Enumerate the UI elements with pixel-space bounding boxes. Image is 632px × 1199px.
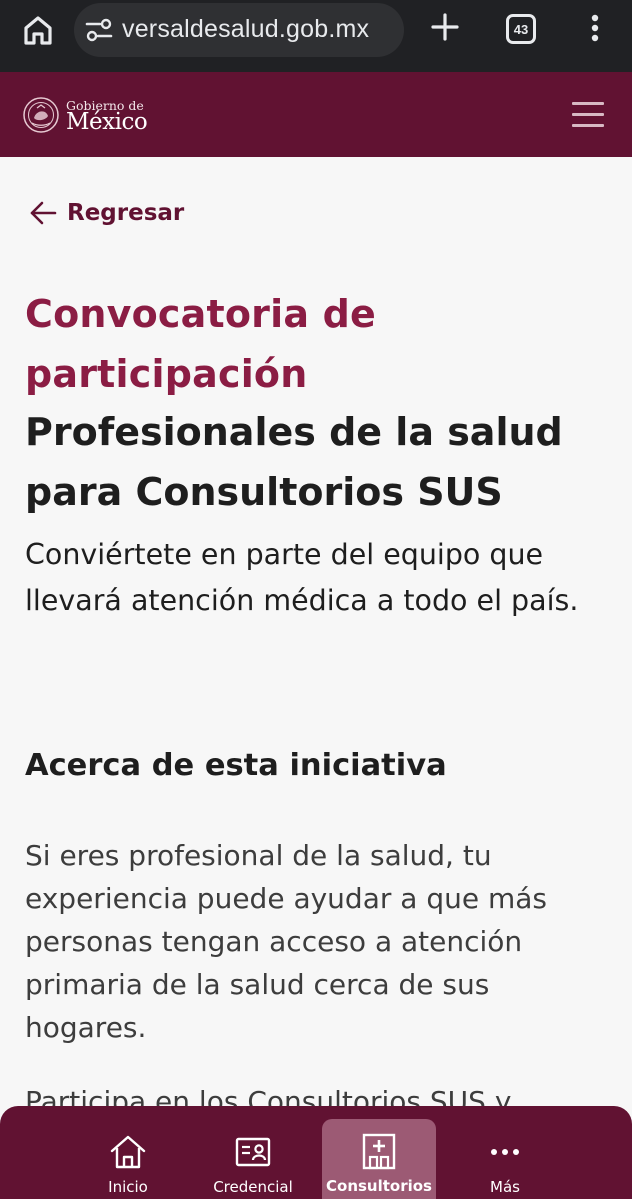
tab-count-label: 43	[513, 21, 529, 37]
browser-toolbar: versaldesalud.gob.mx 43	[0, 0, 632, 72]
clinic-icon	[362, 1133, 396, 1170]
page-title: Convocatoria de participación	[25, 292, 376, 396]
page-subtitle: Profesionales de la salud para Consultor…	[25, 410, 563, 514]
tab-switcher-button[interactable]: 43	[506, 14, 536, 44]
url-text: versaldesalud.gob.mx	[122, 15, 370, 43]
nav-label-inicio: Inicio	[108, 1178, 148, 1196]
gobierno-logo[interactable]: Gobierno de México	[22, 94, 152, 138]
nav-label-credencial: Credencial	[213, 1178, 293, 1196]
body-paragraph: Si eres profesional de la salud, tu expe…	[25, 839, 547, 1044]
hamburger-menu-icon[interactable]	[572, 102, 606, 128]
nav-item-consultorios[interactable]: Consultorios	[322, 1119, 436, 1199]
back-label: Regresar	[67, 200, 185, 226]
new-tab-icon[interactable]	[428, 10, 462, 44]
logo-big-text: México	[66, 109, 148, 135]
section-heading: Acerca de esta iniciativa	[25, 748, 447, 783]
nav-item-credencial[interactable]: Credencial	[203, 1106, 303, 1199]
home-icon[interactable]	[18, 10, 58, 50]
lede-text: Conviértete en parte del equipo que llev…	[25, 538, 579, 617]
more-icon	[491, 1149, 519, 1155]
id-card-icon	[235, 1137, 271, 1167]
home-icon	[110, 1135, 146, 1169]
address-bar[interactable]: versaldesalud.gob.mx	[74, 3, 404, 57]
site-header: Gobierno de México	[0, 72, 632, 157]
nav-item-mas[interactable]: Más	[455, 1106, 555, 1199]
kebab-menu-icon[interactable]	[580, 10, 610, 46]
seal-icon	[23, 97, 59, 133]
nav-label-consultorios: Consultorios	[326, 1177, 432, 1195]
arrow-left-icon	[30, 201, 57, 225]
site-settings-icon[interactable]	[84, 15, 114, 45]
nav-label-mas: Más	[490, 1178, 520, 1196]
nav-item-inicio[interactable]: Inicio	[78, 1106, 178, 1199]
back-link[interactable]: Regresar	[28, 196, 184, 230]
bottom-nav: Inicio Credencial Consultorios Más	[0, 1106, 632, 1199]
